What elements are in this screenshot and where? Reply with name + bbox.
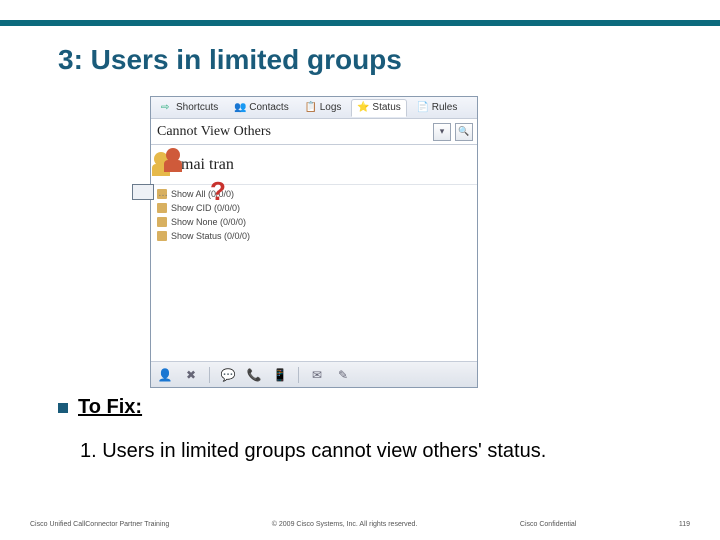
search-go-button[interactable]: 🔍 <box>455 123 473 141</box>
separator <box>209 367 210 383</box>
contacts-icon <box>234 102 246 114</box>
chat-icon[interactable]: 💬 <box>220 367 236 383</box>
remove-user-icon[interactable]: ✖ <box>183 367 199 383</box>
tab-bar: Shortcuts Contacts Logs Status Rules <box>151 97 477 119</box>
tab-label: Rules <box>432 102 458 113</box>
app-screenshot: Shortcuts Contacts Logs Status Rules <box>150 96 480 388</box>
group-tree: Show All (0/0/0) Show CID (0/0/0) Show N… <box>151 185 477 249</box>
folder-icon <box>157 203 167 213</box>
mobile-icon[interactable]: 📱 <box>272 367 288 383</box>
tree-label: Show Status (0/0/0) <box>171 229 250 243</box>
tab-contacts[interactable]: Contacts <box>228 99 294 117</box>
tab-status[interactable]: Status <box>351 99 406 117</box>
user-row[interactable]: mai tran <box>151 145 477 185</box>
folder-icon <box>157 231 167 241</box>
page-number: 119 <box>679 521 690 528</box>
tab-label: Logs <box>320 102 342 113</box>
content-area <box>151 249 477 361</box>
tab-logs[interactable]: Logs <box>299 99 348 117</box>
phone-icon[interactable]: 📞 <box>246 367 262 383</box>
people-illustration <box>152 148 192 178</box>
chevron-down-icon: ▾ <box>440 126 445 137</box>
footer: Cisco Unified CallConnector Partner Trai… <box>0 521 720 528</box>
ellipsis-icon: … <box>158 188 170 199</box>
search-icon: 🔍 <box>458 126 469 137</box>
tab-shortcuts[interactable]: Shortcuts <box>155 99 224 117</box>
tree-item[interactable]: Show None (0/0/0) <box>157 215 471 229</box>
add-user-icon[interactable]: 👤 <box>157 367 173 383</box>
tab-label: Status <box>372 102 400 113</box>
mini-window-icon <box>132 184 154 200</box>
tab-label: Shortcuts <box>176 102 218 113</box>
shortcuts-icon <box>161 102 173 114</box>
bullet-row: To Fix: <box>58 396 142 419</box>
people-icon <box>152 148 192 178</box>
bullet-square-icon <box>58 403 68 413</box>
folder-icon <box>157 217 167 227</box>
tab-label: Contacts <box>249 102 288 113</box>
footer-left: Cisco Unified CallConnector Partner Trai… <box>30 521 169 528</box>
bullet-section: To Fix: <box>58 396 142 419</box>
footer-confidential: Cisco Confidential <box>520 521 576 528</box>
tree-label: Show None (0/0/0) <box>171 215 246 229</box>
rules-icon <box>417 102 429 114</box>
search-input[interactable] <box>155 124 429 140</box>
status-icon <box>357 102 369 114</box>
tab-rules[interactable]: Rules <box>411 99 464 117</box>
mail-icon[interactable]: ✉ <box>309 367 325 383</box>
question-mark-icon <box>210 176 230 204</box>
tree-item[interactable]: Show Status (0/0/0) <box>157 229 471 243</box>
search-bar: ▾ 🔍 <box>151 119 477 145</box>
separator <box>298 367 299 383</box>
app-window: Shortcuts Contacts Logs Status Rules <box>150 96 478 388</box>
tree-item[interactable]: Show All (0/0/0) <box>157 187 471 201</box>
slide-top-accent <box>0 0 720 26</box>
compose-icon[interactable]: ✎ <box>335 367 351 383</box>
footer-copyright: © 2009 Cisco Systems, Inc. All rights re… <box>272 521 418 528</box>
slide-title: 3: Users in limited groups <box>0 26 720 88</box>
search-dropdown-button[interactable]: ▾ <box>433 123 451 141</box>
logs-icon <box>305 102 317 114</box>
body-text: 1. Users in limited groups cannot view o… <box>80 440 546 463</box>
to-fix-heading: To Fix: <box>78 396 142 419</box>
bottom-toolbar: 👤 ✖ 💬 📞 📱 ✉ ✎ <box>151 361 477 387</box>
tree-item[interactable]: Show CID (0/0/0) <box>157 201 471 215</box>
